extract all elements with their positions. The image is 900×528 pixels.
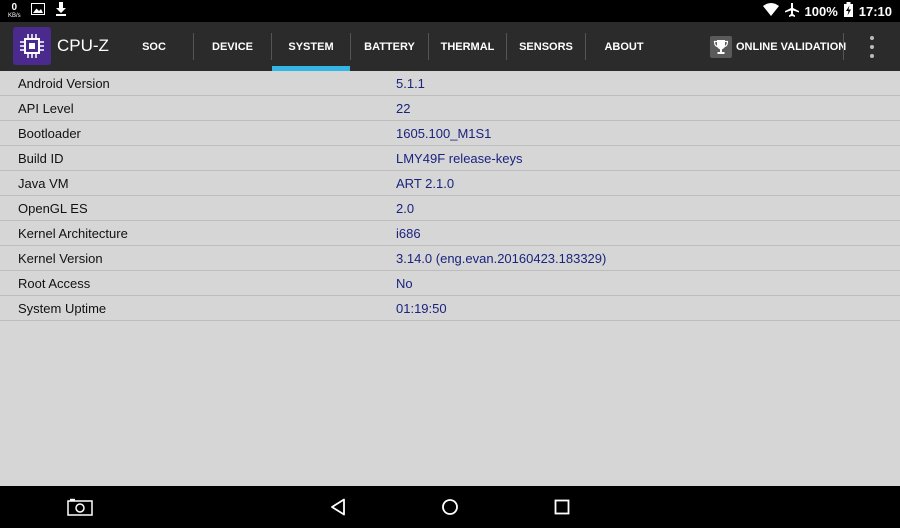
network-speed: 0 KB/s (8, 2, 21, 20)
network-speed-value: 0 (11, 2, 18, 13)
cpu-z-logo-icon (13, 27, 51, 65)
info-label: Android Version (18, 76, 110, 91)
status-bar-right: 100% 17:10 (762, 0, 892, 22)
info-value: 01:19:50 (396, 301, 447, 316)
list-item: API Level 22 (0, 96, 900, 121)
trophy-icon (710, 35, 732, 58)
info-value: 22 (396, 101, 411, 116)
info-value: 3.14.0 (eng.evan.20160423.183329) (396, 251, 607, 266)
list-item: Root Access No (0, 271, 900, 296)
screenshot-camera-icon[interactable] (62, 486, 98, 528)
info-value: i686 (396, 226, 421, 241)
home-icon[interactable] (434, 486, 466, 528)
status-bar: 0 KB/s 100% 17:10 (0, 0, 900, 22)
tab-sensors[interactable]: SENSORS (507, 22, 585, 71)
battery-charging-icon (843, 2, 853, 20)
list-item: System Uptime 01:19:50 (0, 296, 900, 321)
list-item: Bootloader 1605.100_M1S1 (0, 121, 900, 146)
app-bar: CPU-Z SOC DEVICE SYSTEM BATTERY THERMAL … (0, 22, 900, 71)
recent-apps-icon[interactable] (546, 486, 578, 528)
info-value: 2.0 (396, 201, 415, 216)
list-item: OpenGL ES 2.0 (0, 196, 900, 221)
tab-battery[interactable]: BATTERY (351, 22, 428, 71)
list-item: Kernel Architecture i686 (0, 221, 900, 246)
online-validation-button[interactable]: ONLINE VALIDATION (710, 22, 846, 71)
list-item: Java VM ART 2.1.0 (0, 171, 900, 196)
battery-percent: 100% (804, 3, 838, 19)
info-label: Bootloader (18, 126, 81, 141)
info-value: 5.1.1 (396, 76, 425, 91)
tab-system[interactable]: SYSTEM (272, 22, 350, 71)
online-validation-label: ONLINE VALIDATION (736, 40, 847, 53)
network-speed-unit: KB/s (8, 13, 21, 19)
info-value: 1605.100_M1S1 (396, 126, 492, 141)
app-title: CPU-Z (57, 36, 109, 55)
status-bar-left: 0 KB/s (8, 1, 67, 21)
overflow-menu-icon[interactable] (862, 36, 882, 58)
info-label: OpenGL ES (18, 201, 88, 216)
tab-soc[interactable]: SOC (115, 22, 193, 71)
back-icon[interactable] (322, 486, 354, 528)
system-info-list: Android Version 5.1.1 API Level 22 Bootl… (0, 71, 900, 321)
info-label: Root Access (18, 276, 91, 291)
info-label: Java VM (18, 176, 69, 191)
tab-device[interactable]: DEVICE (194, 22, 271, 71)
list-item: Android Version 5.1.1 (0, 71, 900, 96)
info-value: LMY49F release-keys (396, 151, 523, 166)
wifi-icon (762, 3, 779, 19)
clock: 17:10 (858, 3, 892, 19)
list-item: Kernel Version 3.14.0 (eng.evan.20160423… (0, 246, 900, 271)
airplane-icon (784, 2, 799, 20)
navigation-bar (0, 486, 900, 528)
toolbar-divider (843, 33, 844, 60)
download-icon (55, 1, 67, 21)
info-label: Kernel Architecture (18, 226, 128, 241)
info-label: API Level (18, 101, 74, 116)
info-value: ART 2.1.0 (396, 176, 455, 191)
list-item: Build ID LMY49F release-keys (0, 146, 900, 171)
info-label: Build ID (18, 151, 64, 166)
tab-thermal[interactable]: THERMAL (429, 22, 506, 71)
info-label: System Uptime (18, 301, 107, 316)
image-icon (30, 2, 45, 20)
info-label: Kernel Version (18, 251, 103, 266)
tab-about[interactable]: ABOUT (586, 22, 662, 71)
info-value: No (396, 276, 413, 291)
